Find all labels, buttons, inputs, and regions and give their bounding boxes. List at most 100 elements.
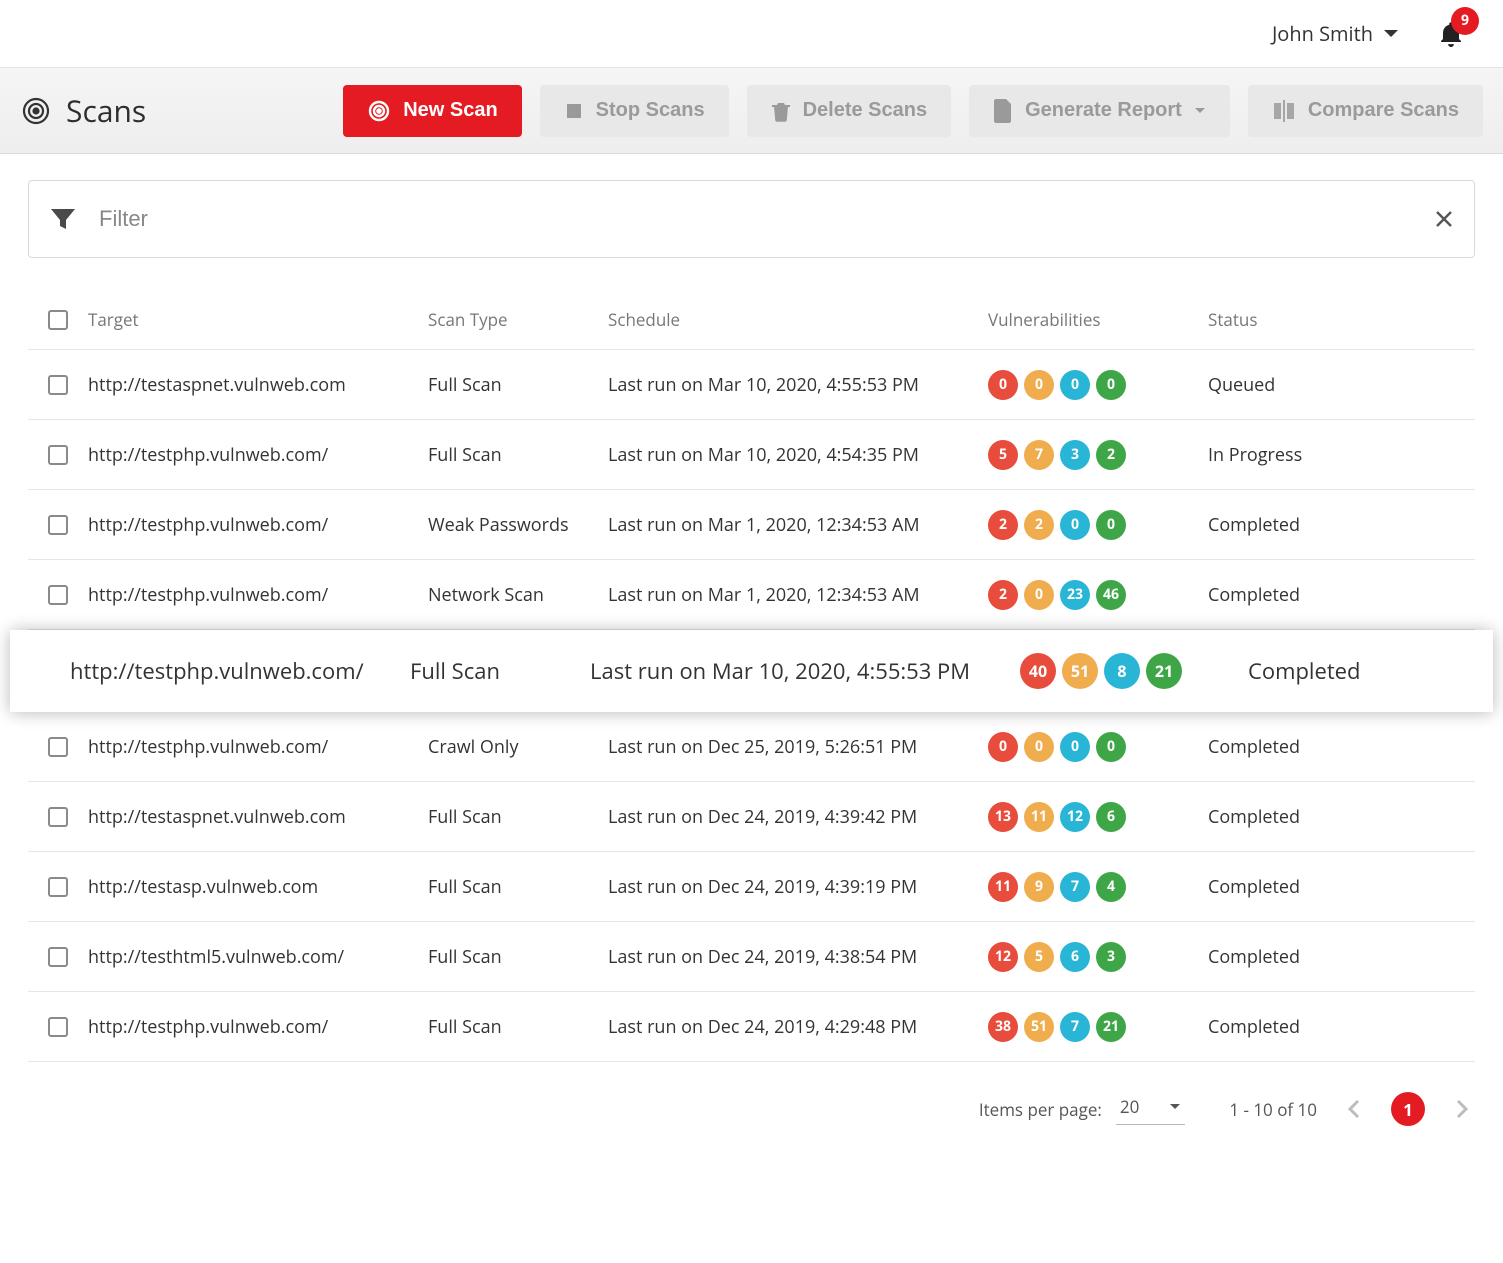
cell-target: http://testphp.vulnweb.com/: [88, 1015, 428, 1039]
vuln-badge: 51: [1062, 653, 1098, 689]
compare-scans-label: Compare Scans: [1308, 99, 1459, 122]
row-checkbox[interactable]: [48, 585, 68, 605]
row-checkbox[interactable]: [48, 1017, 68, 1037]
vuln-badge: 8: [1104, 653, 1140, 689]
user-menu[interactable]: John Smith: [1272, 20, 1399, 47]
vuln-badge: 2: [1024, 510, 1054, 540]
cell-status: Completed: [1208, 735, 1475, 759]
vuln-badge: 12: [1060, 802, 1090, 832]
vuln-badge: 0: [1060, 510, 1090, 540]
vuln-badge: 0: [1060, 370, 1090, 400]
new-scan-label: New Scan: [403, 99, 497, 122]
row-checkbox[interactable]: [48, 947, 68, 967]
table-row[interactable]: http://testaspnet.vulnweb.comFull ScanLa…: [28, 782, 1475, 852]
table-row[interactable]: http://testasp.vulnweb.comFull ScanLast …: [28, 852, 1475, 922]
cell-target: http://testphp.vulnweb.com/: [88, 443, 428, 467]
cell-status: Completed: [1248, 656, 1475, 686]
trash-icon: [771, 100, 791, 122]
clear-filter-button[interactable]: [1434, 209, 1454, 229]
pagination-range: 1 - 10 of 10: [1229, 1098, 1317, 1121]
filter-input[interactable]: [97, 205, 1422, 233]
cell-scan-type: Full Scan: [428, 875, 608, 899]
row-checkbox[interactable]: [48, 807, 68, 827]
current-page-indicator[interactable]: 1: [1391, 1092, 1425, 1126]
vuln-badge: 12: [988, 942, 1018, 972]
cell-schedule: Last run on Dec 24, 2019, 4:39:42 PM: [608, 805, 988, 829]
next-page-button[interactable]: [1449, 1093, 1475, 1125]
row-checkbox[interactable]: [48, 737, 68, 757]
filter-icon: [49, 205, 77, 233]
new-scan-button[interactable]: New Scan: [343, 85, 521, 137]
cell-status: Completed: [1208, 583, 1475, 607]
cell-status: Completed: [1208, 945, 1475, 969]
cell-scan-type: Full Scan: [428, 443, 608, 467]
stop-scans-label: Stop Scans: [596, 99, 705, 122]
row-checkbox[interactable]: [48, 877, 68, 897]
notifications-button[interactable]: 9: [1439, 21, 1463, 47]
vuln-badge: 23: [1060, 580, 1090, 610]
col-vulnerabilities: Vulnerabilities: [988, 308, 1208, 331]
cell-target: http://testphp.vulnweb.com/: [70, 656, 410, 686]
vuln-badge: 6: [1096, 802, 1126, 832]
vuln-badge: 0: [1024, 370, 1054, 400]
vuln-badge: 4: [1096, 872, 1126, 902]
row-checkbox[interactable]: [48, 375, 68, 395]
chevron-right-icon: [1455, 1099, 1469, 1119]
cell-schedule: Last run on Mar 1, 2020, 12:34:53 AM: [608, 583, 988, 607]
table-row[interactable]: http://testphp.vulnweb.com/Network ScanL…: [28, 560, 1475, 630]
table-header-row: Target Scan Type Schedule Vulnerabilitie…: [28, 290, 1475, 350]
vuln-badge: 0: [1096, 732, 1126, 762]
delete-scans-button[interactable]: Delete Scans: [747, 85, 952, 137]
row-checkbox[interactable]: [48, 515, 68, 535]
cell-target: http://testhtml5.vulnweb.com/: [88, 945, 428, 969]
select-all-checkbox[interactable]: [48, 310, 68, 330]
items-per-page-value: 20: [1120, 1095, 1139, 1118]
top-bar: John Smith 9: [0, 0, 1503, 68]
cell-status: In Progress: [1208, 443, 1475, 467]
row-checkbox[interactable]: [48, 445, 68, 465]
stop-icon: [564, 101, 584, 121]
cell-target: http://testphp.vulnweb.com/: [88, 583, 428, 607]
cell-schedule: Last run on Mar 10, 2020, 4:54:35 PM: [608, 443, 988, 467]
table-row[interactable]: http://testphp.vulnweb.com/Weak Password…: [28, 490, 1475, 560]
cell-status: Completed: [1208, 875, 1475, 899]
cell-schedule: Last run on Dec 25, 2019, 5:26:51 PM: [608, 735, 988, 759]
vuln-badge: 0: [1096, 510, 1126, 540]
user-name: John Smith: [1272, 20, 1373, 47]
notification-count-badge: 9: [1451, 7, 1479, 35]
toolbar: Scans New Scan Stop Scans Delete Scans G…: [0, 68, 1503, 154]
cell-vulnerabilities: 11974: [988, 872, 1208, 902]
vuln-badge: 3: [1096, 942, 1126, 972]
cell-scan-type: Full Scan: [428, 1015, 608, 1039]
table-row[interactable]: http://testaspnet.vulnweb.comFull ScanLa…: [28, 350, 1475, 420]
compare-scans-button[interactable]: Compare Scans: [1248, 85, 1483, 137]
prev-page-button[interactable]: [1341, 1093, 1367, 1125]
cell-target: http://testasp.vulnweb.com: [88, 875, 428, 899]
table-row[interactable]: http://testhtml5.vulnweb.com/Full ScanLa…: [28, 922, 1475, 992]
cell-vulnerabilities: 1311126: [988, 802, 1208, 832]
stop-scans-button[interactable]: Stop Scans: [540, 85, 729, 137]
scans-table: Target Scan Type Schedule Vulnerabilitie…: [28, 290, 1475, 1062]
vuln-badge: 3: [1060, 440, 1090, 470]
pagination: Items per page: 20 1 - 10 of 10 1: [28, 1092, 1475, 1126]
table-row[interactable]: http://testphp.vulnweb.com/Full ScanLast…: [28, 992, 1475, 1062]
cell-schedule: Last run on Mar 1, 2020, 12:34:53 AM: [608, 513, 988, 537]
cell-scan-type: Full Scan: [410, 656, 590, 686]
cell-target: http://testphp.vulnweb.com/: [88, 735, 428, 759]
col-scan-type: Scan Type: [428, 308, 608, 331]
col-schedule: Schedule: [608, 308, 988, 331]
vuln-badge: 0: [1024, 580, 1054, 610]
generate-report-button[interactable]: Generate Report: [969, 85, 1230, 137]
cell-schedule: Last run on Dec 24, 2019, 4:39:19 PM: [608, 875, 988, 899]
table-row[interactable]: http://testphp.vulnweb.com/Crawl OnlyLas…: [28, 712, 1475, 782]
col-status: Status: [1208, 308, 1475, 331]
cell-vulnerabilities: 202346: [988, 580, 1208, 610]
cell-schedule: Last run on Mar 10, 2020, 4:55:53 PM: [590, 656, 1020, 686]
table-row[interactable]: http://testphp.vulnweb.com/Full ScanLast…: [10, 630, 1493, 712]
vuln-badge: 2: [988, 580, 1018, 610]
vuln-badge: 0: [1096, 370, 1126, 400]
table-row[interactable]: http://testphp.vulnweb.com/Full ScanLast…: [28, 420, 1475, 490]
cell-schedule: Last run on Dec 24, 2019, 4:29:48 PM: [608, 1015, 988, 1039]
items-per-page-select[interactable]: 20: [1116, 1093, 1185, 1125]
cell-vulnerabilities: 5732: [988, 440, 1208, 470]
